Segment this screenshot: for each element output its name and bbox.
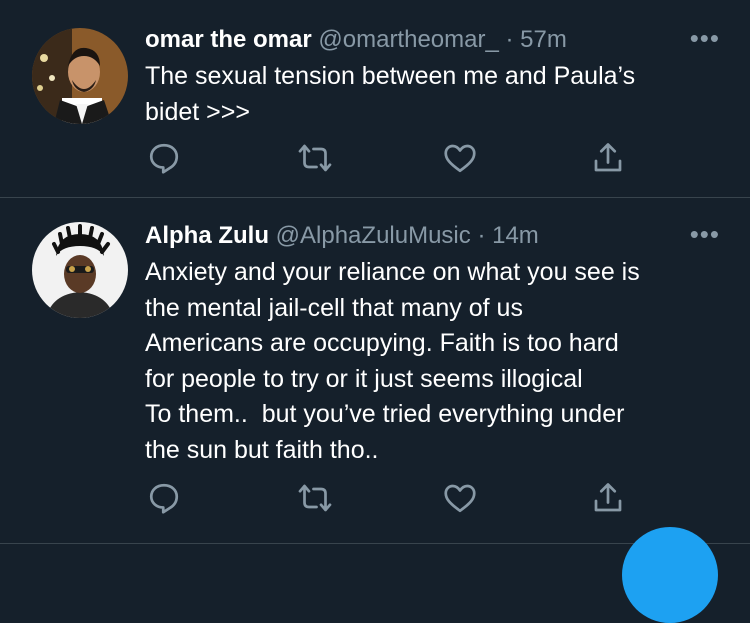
display-name[interactable]: omar the omar: [145, 26, 312, 53]
more-options-icon[interactable]: •••: [690, 221, 720, 247]
retweet-icon[interactable]: [297, 140, 333, 176]
reply-icon[interactable]: [146, 140, 182, 176]
separator-dot: ·: [477, 222, 486, 249]
like-icon[interactable]: [442, 480, 478, 516]
tweet-header: Alpha Zulu @AlphaZuluMusic · 14m: [145, 221, 720, 253]
tweet-content: omar the omar @omartheomar_ · 57m ••• Th…: [145, 25, 720, 130]
user-handle[interactable]: @AlphaZuluMusic: [276, 222, 471, 249]
share-icon[interactable]: [590, 140, 626, 176]
timestamp[interactable]: 14m: [492, 222, 539, 249]
tweet-actions: [0, 480, 750, 520]
avatar[interactable]: [32, 222, 128, 318]
retweet-icon[interactable]: [297, 480, 333, 516]
reply-icon[interactable]: [146, 480, 182, 516]
like-icon[interactable]: [442, 140, 478, 176]
timestamp[interactable]: 57m: [520, 26, 567, 53]
avatar[interactable]: [32, 28, 128, 124]
tweet-header: omar the omar @omartheomar_ · 57m: [145, 25, 720, 57]
share-icon[interactable]: [590, 480, 626, 516]
display-name[interactable]: Alpha Zulu: [145, 222, 269, 249]
tweet-text: Anxiety and your reliance on what you se…: [145, 258, 640, 464]
separator-dot: ·: [505, 26, 514, 53]
tweet-content: Alpha Zulu @AlphaZuluMusic · 14m ••• Anx…: [145, 221, 720, 468]
more-options-icon[interactable]: •••: [690, 25, 720, 51]
compose-tweet-button[interactable]: [622, 527, 718, 623]
tweet-text: The sexual tension between me and Paula’…: [145, 62, 636, 126]
user-handle[interactable]: @omartheomar_: [318, 26, 498, 53]
tweet-actions: [0, 140, 750, 180]
